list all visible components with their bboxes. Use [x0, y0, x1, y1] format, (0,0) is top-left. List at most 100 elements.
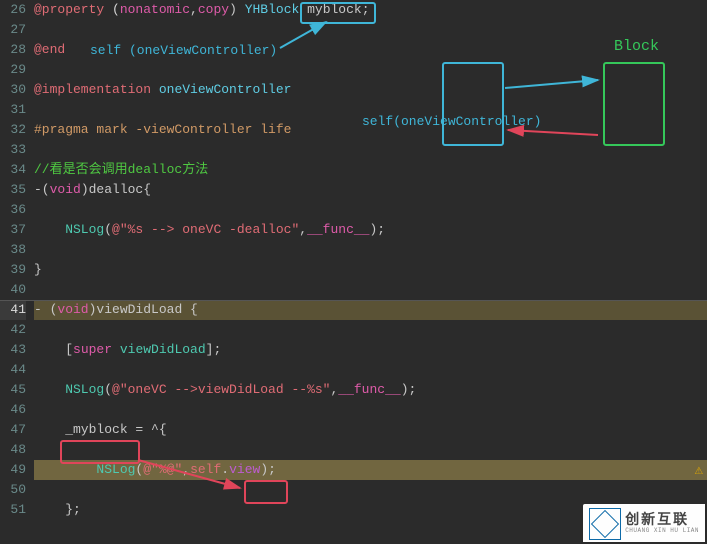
code-line[interactable]: -(void)dealloc{ — [34, 180, 707, 200]
code-token: . — [221, 462, 229, 477]
line-number: 47 — [0, 420, 26, 440]
code-line[interactable] — [34, 360, 707, 380]
code-line[interactable] — [34, 480, 707, 500]
line-number: 38 — [0, 240, 26, 260]
line-number: 42 — [0, 320, 26, 340]
line-number: 30 — [0, 80, 26, 100]
code-token: ( — [104, 382, 112, 397]
code-line[interactable]: NSLog(@"%s --> oneVC -dealloc",__func__)… — [34, 220, 707, 240]
code-token: void — [50, 182, 81, 197]
code-token: ( — [104, 2, 120, 17]
watermark-logo-icon — [589, 508, 621, 540]
code-line[interactable] — [34, 140, 707, 160]
code-token: }; — [34, 502, 81, 517]
warning-icon: ⚠ — [695, 462, 703, 479]
code-editor[interactable]: 2627282930313233343536373839404142434445… — [0, 0, 707, 520]
code-token: self — [190, 462, 221, 477]
code-token: nonatomic — [120, 2, 190, 17]
code-area[interactable]: @property (nonatomic,copy) YHBlock myblo… — [34, 0, 707, 520]
code-token: @"%@" — [143, 462, 182, 477]
code-line[interactable]: _myblock = ^{ — [34, 420, 707, 440]
line-number: 48 — [0, 440, 26, 460]
code-line[interactable]: @property (nonatomic,copy) YHBlock myblo… — [34, 0, 707, 20]
code-line[interactable]: NSLog(@"oneVC -->viewDidLoad --%s",__fun… — [34, 380, 707, 400]
code-token: ); — [260, 462, 276, 477]
code-line[interactable] — [34, 200, 707, 220]
code-token: copy — [198, 2, 229, 17]
code-token: ) — [229, 2, 245, 17]
line-number: 36 — [0, 200, 26, 220]
code-token: - ( — [34, 302, 57, 317]
code-token: NSLog — [34, 222, 104, 237]
code-token: -( — [34, 182, 50, 197]
code-line[interactable] — [34, 320, 707, 340]
code-token: ); — [401, 382, 417, 397]
line-number: 29 — [0, 60, 26, 80]
code-line[interactable] — [34, 440, 707, 460]
line-number: 51 — [0, 500, 26, 520]
code-line[interactable]: //看是否会调用dealloc方法 — [34, 160, 707, 180]
code-line[interactable] — [34, 280, 707, 300]
line-number: 43 — [0, 340, 26, 360]
code-token: @property — [34, 2, 104, 17]
code-token: super — [73, 342, 112, 357]
code-line[interactable] — [34, 240, 707, 260]
line-number: 49 — [0, 460, 26, 480]
code-token: void — [57, 302, 88, 317]
code-line[interactable]: @end — [34, 40, 707, 60]
code-token: , — [299, 222, 307, 237]
code-token: #pragma mark -viewController life — [34, 122, 291, 137]
line-number-gutter: 2627282930313233343536373839404142434445… — [0, 0, 34, 520]
code-token: ]; — [206, 342, 222, 357]
code-line[interactable]: #pragma mark -viewController life — [34, 120, 707, 140]
code-line[interactable]: NSLog(@"%@",self.view); — [34, 460, 707, 480]
code-token: myblock; — [299, 2, 369, 17]
code-token — [151, 82, 159, 97]
code-token: )viewDidLoad { — [89, 302, 198, 317]
code-token: __func__ — [307, 222, 369, 237]
line-number: 50 — [0, 480, 26, 500]
line-number: 45 — [0, 380, 26, 400]
code-line[interactable] — [34, 400, 707, 420]
code-line[interactable]: - (void)viewDidLoad { — [34, 300, 707, 320]
code-line[interactable]: } — [34, 260, 707, 280]
code-line[interactable]: [super viewDidLoad]; — [34, 340, 707, 360]
code-token: @"oneVC -->viewDidLoad --%s" — [112, 382, 330, 397]
code-token: } — [34, 262, 42, 277]
code-token: ( — [104, 222, 112, 237]
line-number: 26 — [0, 0, 26, 20]
line-number: 40 — [0, 280, 26, 300]
code-token: viewDidLoad — [120, 342, 206, 357]
line-number: 34 — [0, 160, 26, 180]
code-token: _myblock = ^{ — [34, 422, 167, 437]
watermark: 创新互联 CHUANG XIN HU LIAN — [583, 504, 705, 542]
watermark-text-small: CHUANG XIN HU LIAN — [625, 528, 699, 534]
line-number: 32 — [0, 120, 26, 140]
code-line[interactable]: @implementation oneViewController — [34, 80, 707, 100]
watermark-text-big: 创新互联 — [625, 514, 699, 528]
line-number: 39 — [0, 260, 26, 280]
line-number: 35 — [0, 180, 26, 200]
code-token: __func__ — [338, 382, 400, 397]
code-token: ); — [370, 222, 386, 237]
code-token: NSLog — [34, 382, 104, 397]
line-number: 33 — [0, 140, 26, 160]
code-token: , — [182, 462, 190, 477]
code-token: YHBlock — [245, 2, 300, 17]
code-line[interactable] — [34, 60, 707, 80]
code-token: @implementation — [34, 82, 151, 97]
code-token: [ — [34, 342, 73, 357]
code-token: oneViewController — [159, 82, 292, 97]
line-number: 37 — [0, 220, 26, 240]
divider-line — [0, 300, 707, 301]
code-token: @"%s --> oneVC -dealloc" — [112, 222, 299, 237]
code-token: @end — [34, 42, 65, 57]
line-number: 31 — [0, 100, 26, 120]
code-line[interactable] — [34, 100, 707, 120]
line-number: 44 — [0, 360, 26, 380]
code-token: )dealloc{ — [81, 182, 151, 197]
code-token: //看是否会调用dealloc方法 — [34, 162, 208, 177]
code-token: , — [190, 2, 198, 17]
code-line[interactable] — [34, 20, 707, 40]
line-number: 41 — [0, 300, 26, 320]
